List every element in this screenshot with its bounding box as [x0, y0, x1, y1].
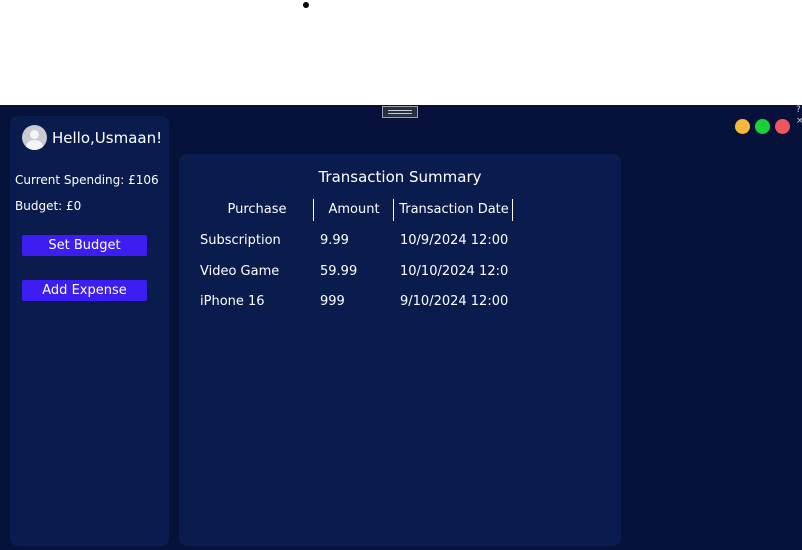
- set-budget-button[interactable]: Set Budget: [22, 235, 147, 256]
- edge-glyph-icon: ? ×: [796, 105, 802, 126]
- cell-amount: 9.99: [320, 233, 349, 248]
- current-spending-text: Current Spending: £1068.98: [15, 173, 159, 187]
- add-expense-button[interactable]: Add Expense: [22, 280, 147, 301]
- cursor-dot: [303, 2, 309, 8]
- greeting-text: Hello,Usmaan!: [52, 129, 163, 147]
- column-header-date[interactable]: Transaction Date: [394, 202, 514, 217]
- desktop-background: [0, 0, 802, 105]
- cell-date: 9/10/2024 12:00:00 AM: [400, 294, 508, 309]
- minimize-button[interactable]: [735, 119, 750, 134]
- close-button[interactable]: [775, 119, 790, 134]
- cell-date: 10/9/2024 12:00:00 AM: [400, 233, 508, 248]
- cell-amount: 999: [320, 294, 345, 309]
- maximize-button[interactable]: [755, 119, 770, 134]
- table-row[interactable]: iPhone 16 999 9/10/2024 12:00:00 AM: [179, 294, 621, 316]
- cell-date: 10/10/2024 12:00:00 AM: [400, 264, 508, 279]
- cell-amount: 59.99: [320, 264, 358, 279]
- cell-purchase: Subscription: [200, 233, 281, 248]
- panel-title: Transaction Summary: [318, 168, 482, 186]
- app-window: ?× Hello,Usmaan! Current Spending: £1068…: [0, 105, 802, 550]
- transaction-summary-panel: Transaction Summary Purchase Amount Tran…: [179, 154, 621, 546]
- table-row[interactable]: Video Game 59.99 10/10/2024 12:00:00 AM: [179, 264, 621, 286]
- column-separator[interactable]: [512, 199, 513, 221]
- cell-purchase: Video Game: [200, 264, 280, 279]
- sidebar: Hello,Usmaan! Current Spending: £1068.98…: [10, 116, 169, 546]
- user-avatar-icon: [22, 125, 47, 150]
- cell-purchase: iPhone 16: [200, 294, 265, 309]
- table-row[interactable]: Subscription 9.99 10/9/2024 12:00:00 AM: [179, 233, 621, 255]
- budget-text: Budget: £0: [15, 199, 82, 213]
- column-header-purchase[interactable]: Purchase: [200, 202, 314, 217]
- drag-handle-icon[interactable]: [382, 106, 418, 118]
- column-header-amount[interactable]: Amount: [314, 202, 394, 217]
